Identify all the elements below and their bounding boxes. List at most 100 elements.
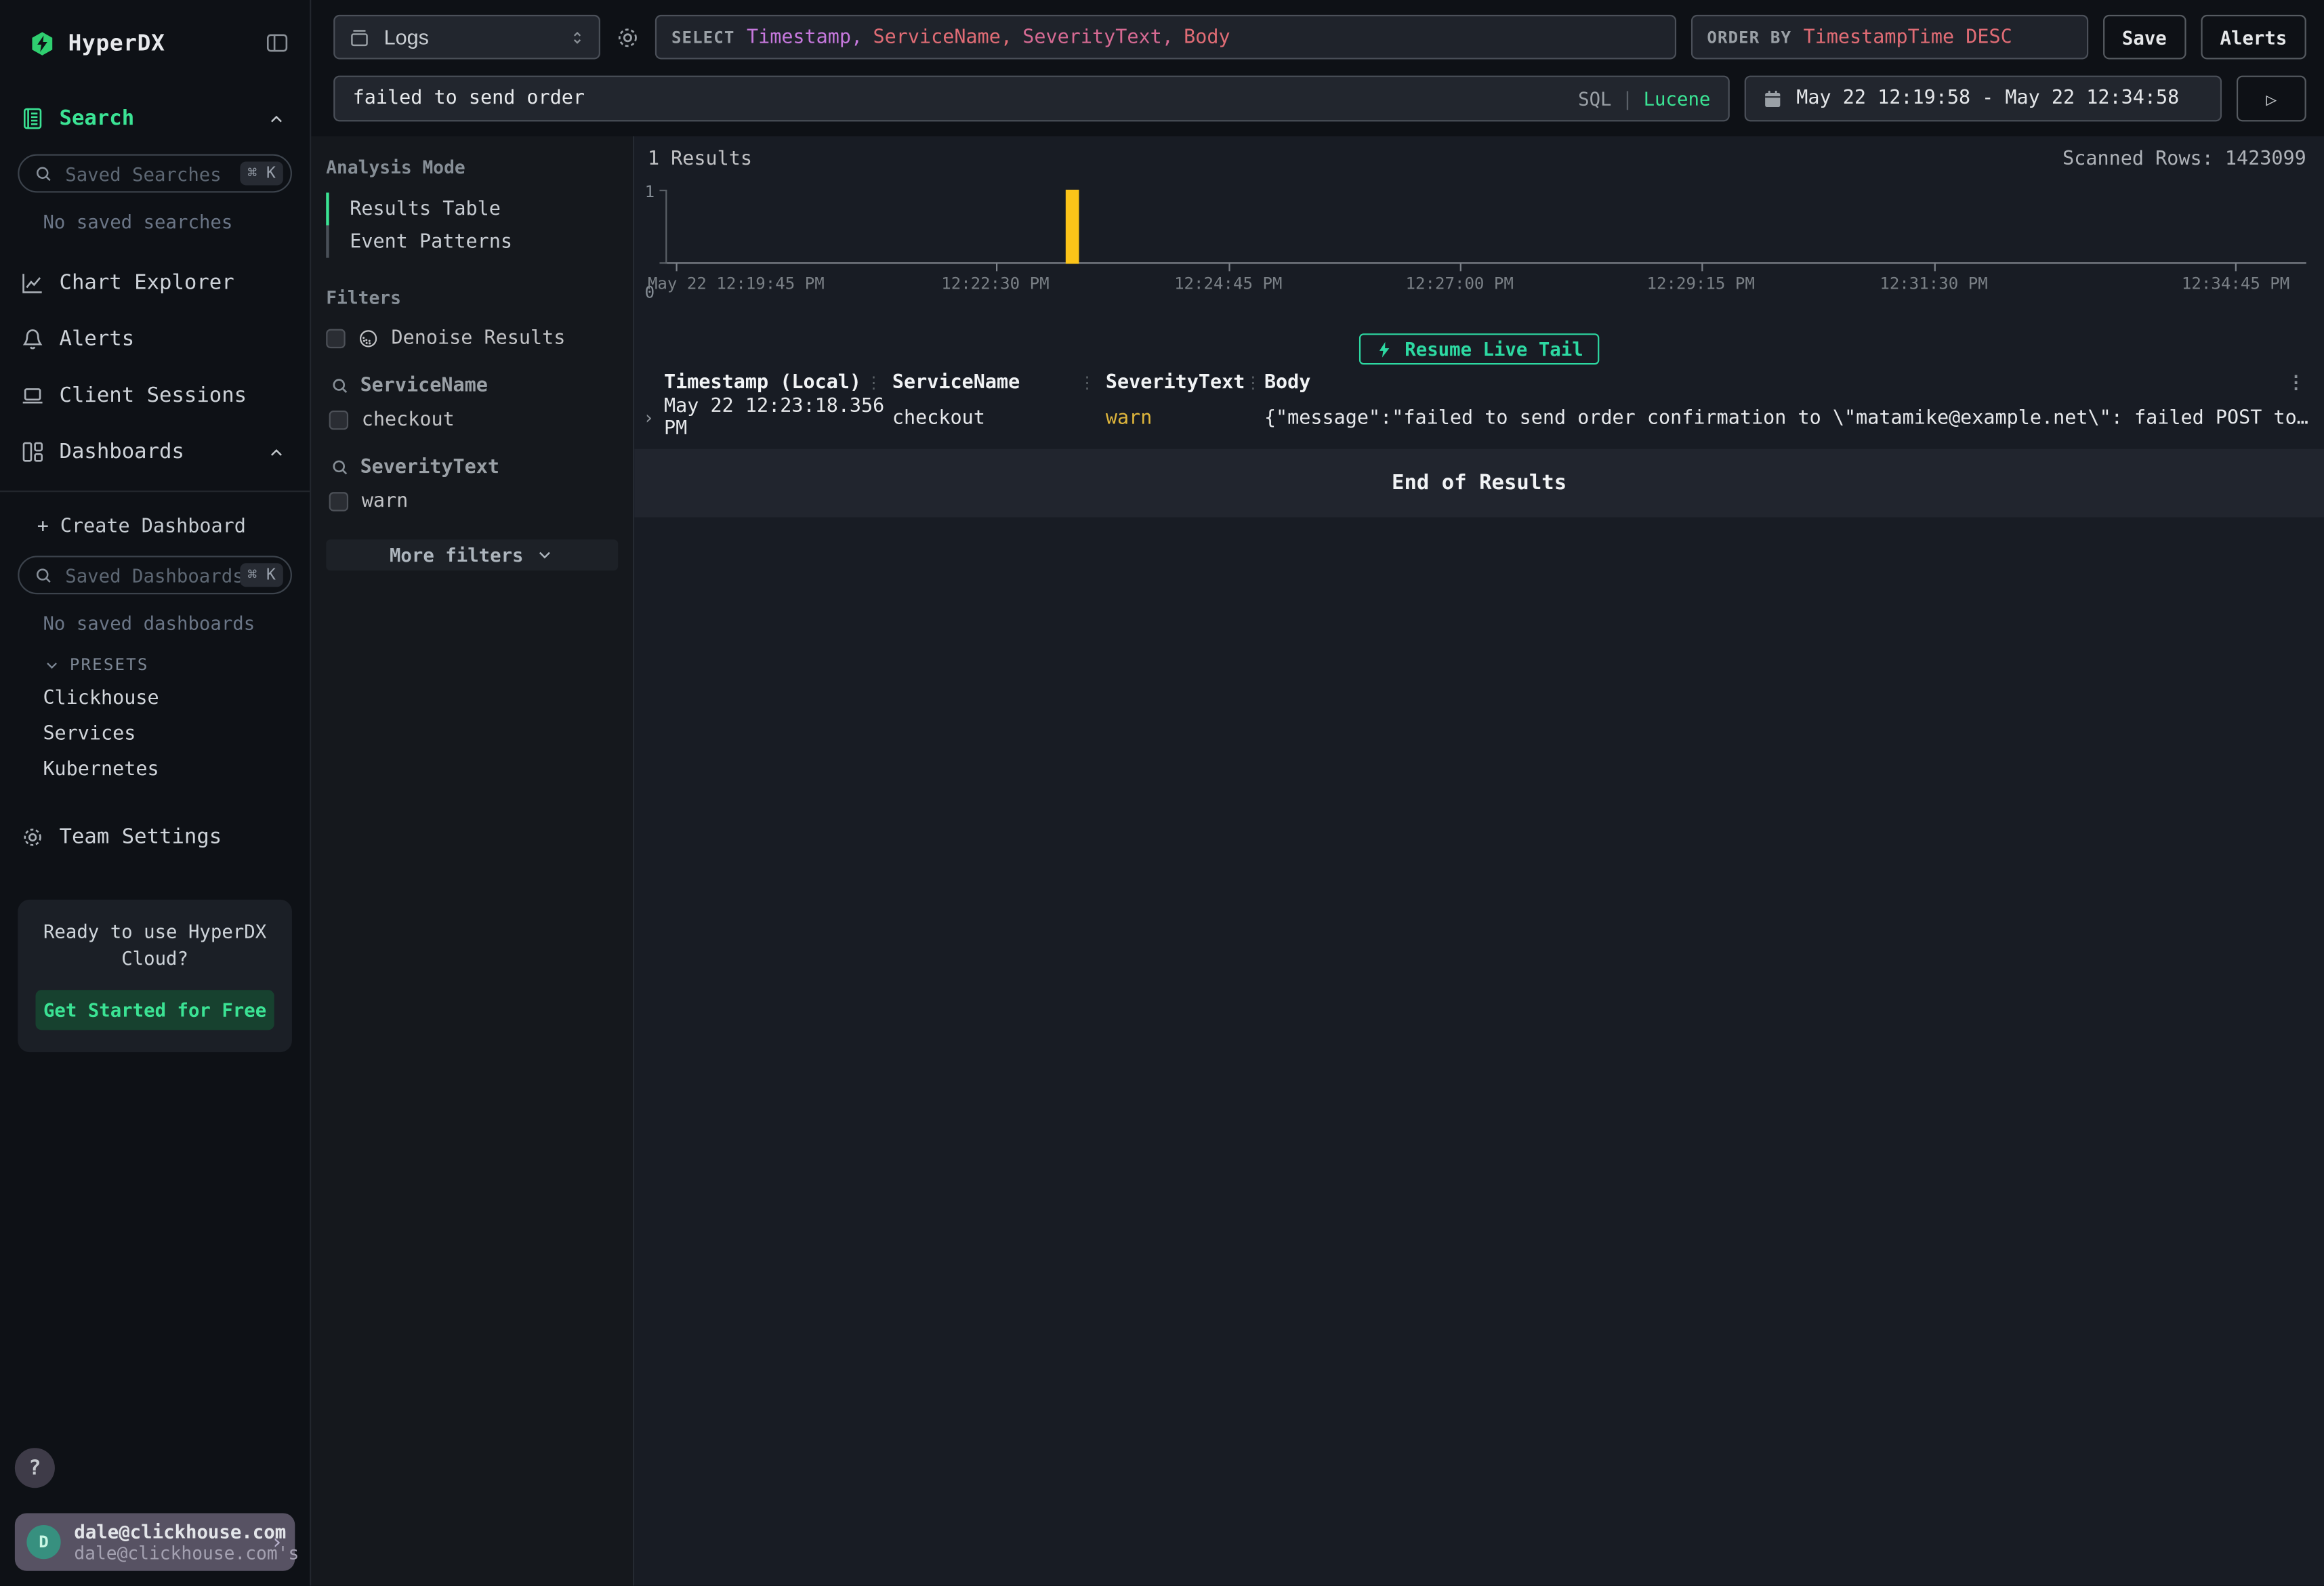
select-keyword: SELECT xyxy=(671,27,735,46)
presets-toggle[interactable]: PRESETS xyxy=(0,655,310,674)
live-tail-row: Resume Live Tail xyxy=(634,333,2324,364)
filter-group-header[interactable]: SeverityText xyxy=(326,457,618,479)
save-button[interactable]: Save xyxy=(2102,15,2186,60)
run-query-button[interactable]: ▷ xyxy=(2237,76,2306,122)
x-tick xyxy=(1229,264,1230,271)
table-source-icon xyxy=(348,26,371,48)
order-by-keyword: ORDER BY xyxy=(1707,27,1791,46)
chevron-down-icon xyxy=(535,545,554,564)
preset-kubernetes[interactable]: Kubernetes xyxy=(0,759,310,781)
resume-live-tail-button[interactable]: Resume Live Tail xyxy=(1358,333,1599,364)
results-count: 1 Results xyxy=(648,148,752,171)
sidebar-item-label: Dashboards xyxy=(60,440,184,464)
mode-results-table[interactable]: Results Table xyxy=(326,192,618,225)
filter-value-warn[interactable]: warn xyxy=(326,491,618,513)
table-options-kebab-icon[interactable]: ⋮ xyxy=(2287,372,2304,393)
topbar: Logs SELECT Timestamp, ServiceName, Seve… xyxy=(311,0,2324,136)
select-field: Body xyxy=(1184,26,1230,48)
chevron-up-icon[interactable] xyxy=(267,442,286,461)
x-tick-label: 12:31:30 PM xyxy=(1880,274,1987,293)
select-clause-input[interactable]: SELECT Timestamp, ServiceName, SeverityT… xyxy=(655,15,1676,60)
topbar-row-search: SQL | Lucene May 22 12:19:58 - May 22 12… xyxy=(333,76,2306,122)
source-select-value: Logs xyxy=(384,25,429,49)
sidebar-item-search[interactable]: Search xyxy=(0,101,310,137)
order-by-input[interactable]: ORDER BY TimestampTime DESC xyxy=(1690,15,2088,60)
sql-toggle[interactable]: SQL xyxy=(1578,87,1611,110)
main-column: Logs SELECT Timestamp, ServiceName, Seve… xyxy=(311,0,2324,1586)
help-button[interactable]: ? xyxy=(15,1448,55,1488)
filter-group-header[interactable]: ServiceName xyxy=(326,375,618,397)
sidebar-item-dashboards[interactable]: Dashboards xyxy=(0,434,310,470)
toggle-divider: | xyxy=(1622,87,1633,110)
language-toggle: SQL | Lucene xyxy=(1578,87,1710,110)
denoise-results-option[interactable]: Denoise Results xyxy=(326,327,618,350)
alerts-button[interactable]: Alerts xyxy=(2201,15,2306,60)
results-summary-row: 1 Results Scanned Rows: 1423099 xyxy=(634,148,2324,171)
x-tick-label: 12:24:45 PM xyxy=(1174,274,1282,293)
log-row[interactable]: › May 22 12:23:18.356 PM checkout warn {… xyxy=(634,396,2324,424)
results-histogram[interactable]: 1 0 May 22 12:19:45 PM xyxy=(665,190,2306,295)
saved-dashboards-input[interactable]: ⌘ K xyxy=(18,556,292,594)
source-settings-gear-icon[interactable] xyxy=(615,24,640,49)
sidebar-item-label: Client Sessions xyxy=(60,384,247,408)
sidebar-item-chart-explorer[interactable]: Chart Explorer xyxy=(0,266,310,301)
column-header-timestamp[interactable]: Timestamp (Local) ⋮ xyxy=(664,371,892,394)
journal-icon xyxy=(21,107,45,131)
time-range-picker[interactable]: May 22 12:19:58 - May 22 12:34:58 xyxy=(1745,76,2222,122)
sidebar-item-alerts[interactable]: Alerts xyxy=(0,322,310,358)
column-header-body[interactable]: Body ⋮ xyxy=(1264,371,2315,394)
plot-area[interactable] xyxy=(665,190,2306,264)
select-field: ServiceName, xyxy=(873,26,1012,48)
filter-checkbox[interactable] xyxy=(329,492,348,511)
analysis-mode-list: Results Table Event Patterns xyxy=(326,192,618,257)
sidebar-item-label: Chart Explorer xyxy=(60,271,234,295)
select-updown-icon xyxy=(568,27,587,46)
more-filters-button[interactable]: More filters xyxy=(326,539,618,570)
preset-clickhouse[interactable]: Clickhouse xyxy=(0,688,310,710)
filter-group-name: SeverityText xyxy=(360,457,499,479)
select-field: Timestamp, xyxy=(747,26,863,48)
expand-row-chevron-icon[interactable]: › xyxy=(634,408,664,429)
search-query-box[interactable]: SQL | Lucene xyxy=(333,76,1730,122)
histogram-bar[interactable] xyxy=(1065,190,1079,264)
column-resize-handle[interactable]: ⋮ xyxy=(866,373,882,392)
filter-value-checkout[interactable]: checkout xyxy=(326,409,618,432)
user-meta: dale@clickhouse.com dale@clickhouse.com'… xyxy=(74,1520,270,1563)
sidebar-item-client-sessions[interactable]: Client Sessions xyxy=(0,378,310,414)
denoise-icon xyxy=(357,327,379,350)
column-header-servicename[interactable]: ServiceName ⋮ xyxy=(892,371,1106,394)
filter-checkbox[interactable] xyxy=(329,411,348,430)
results-table: Timestamp (Local) ⋮ ServiceName ⋮ Severi… xyxy=(634,369,2324,424)
x-tick xyxy=(1701,264,1703,271)
chevron-right-icon: › xyxy=(270,1530,283,1554)
column-resize-handle[interactable]: ⋮ xyxy=(1079,373,1096,392)
saved-dashboards-field[interactable] xyxy=(65,564,240,586)
search-query-input[interactable] xyxy=(353,87,1578,110)
cloud-promo-line1: Ready to use HyperDX xyxy=(36,919,274,946)
sidebar-item-team-settings[interactable]: Team Settings xyxy=(0,820,310,856)
lucene-toggle[interactable]: Lucene xyxy=(1644,87,1711,110)
user-email: dale@clickhouse.com xyxy=(74,1520,270,1543)
saved-searches-field[interactable] xyxy=(65,163,240,185)
mode-event-patterns[interactable]: Event Patterns xyxy=(326,226,618,258)
chevron-up-icon[interactable] xyxy=(267,109,286,128)
shortcut-badge: ⌘ K xyxy=(240,161,283,185)
denoise-checkbox[interactable] xyxy=(326,329,345,348)
user-card[interactable]: D dale@clickhouse.com dale@clickhouse.co… xyxy=(15,1513,295,1570)
sidebar: HyperDX Search ⌘ K No saved searches xyxy=(0,0,311,1586)
x-tick-label: 12:34:45 PM xyxy=(2182,274,2289,293)
get-started-button[interactable]: Get Started for Free xyxy=(36,990,274,1030)
saved-searches-input[interactable]: ⌘ K xyxy=(18,154,292,193)
create-dashboard-button[interactable]: + Create Dashboard xyxy=(0,516,310,538)
divider xyxy=(0,491,310,492)
source-select[interactable]: Logs xyxy=(333,15,600,60)
column-header-severitytext[interactable]: SeverityText ⋮ xyxy=(1106,371,1264,394)
preset-services[interactable]: Services xyxy=(0,724,310,746)
denoise-label: Denoise Results xyxy=(392,327,566,350)
table-header-row: Timestamp (Local) ⋮ ServiceName ⋮ Severi… xyxy=(634,369,2324,396)
sidebar-collapse-icon[interactable] xyxy=(266,31,289,55)
user-team: dale@clickhouse.com's xyxy=(74,1543,270,1564)
x-tick xyxy=(2236,264,2237,271)
column-resize-handle[interactable]: ⋮ xyxy=(1245,373,1261,392)
filter-group-severitytext: SeverityText warn xyxy=(326,457,618,513)
